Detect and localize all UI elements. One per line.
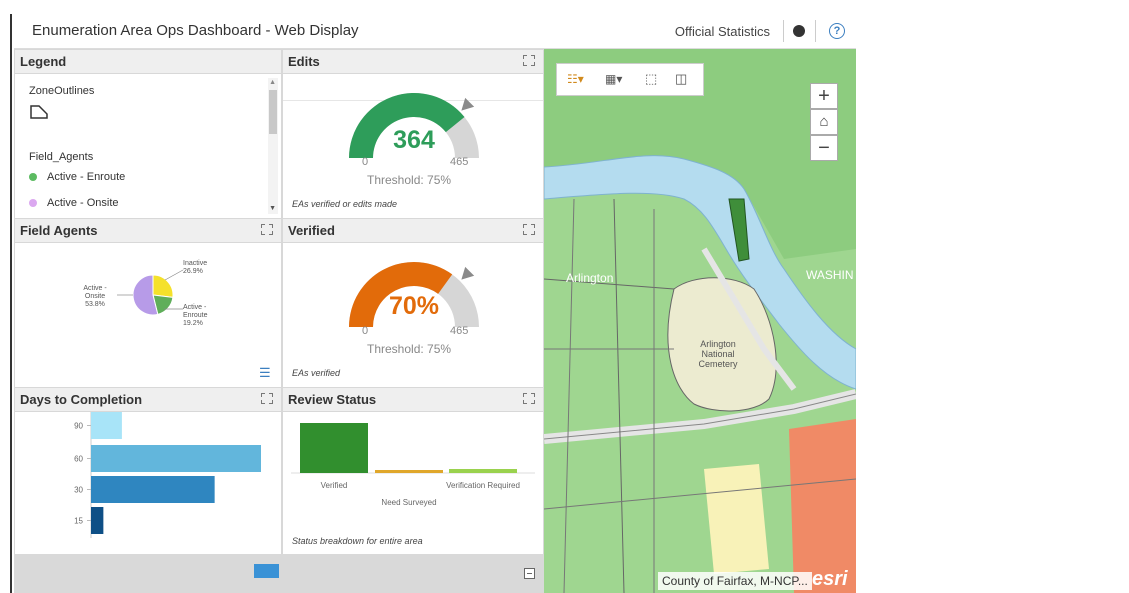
scroll-up-icon[interactable]: ▲: [269, 79, 276, 86]
edits-min: 0: [362, 156, 369, 168]
legend-panel-title: Legend: [15, 50, 281, 74]
edits-panel: Edits 364 0 465 Threshold: 75% EAs verif…: [282, 49, 544, 219]
x-tick-label: Need Surveyed: [381, 498, 436, 507]
map-view[interactable]: Arlington WASHIN Arlington National Ceme…: [544, 49, 856, 593]
collapse-icon[interactable]: [524, 568, 535, 579]
map-attribution: County of Fairfax, M-NCP...: [658, 572, 812, 590]
dashboard: Enumeration Area Ops Dashboard - Web Dis…: [14, 14, 856, 593]
legend-zone-title: ZoneOutlines: [29, 85, 95, 97]
legend-panel: Legend ZoneOutlines Field_Agents Active …: [14, 49, 282, 219]
maximize-icon[interactable]: [521, 222, 537, 237]
extent-tool-icon[interactable]: ◫: [675, 71, 687, 87]
review-title-text: Review Status: [288, 392, 377, 407]
scroll-down-icon[interactable]: ▼: [269, 205, 276, 212]
help-icon[interactable]: ?: [829, 23, 845, 39]
pie-label: Inactive 26.9%: [183, 260, 207, 275]
pie-slice-inactive[interactable]: [152, 274, 174, 298]
maximize-icon[interactable]: [259, 222, 275, 237]
map-label-arlington: Arlington: [566, 271, 614, 285]
basemap-gallery-icon[interactable]: ▦▾: [605, 72, 622, 86]
map-label-cemetery: Arlington National Cemetery: [698, 339, 738, 369]
edits-max: 465: [450, 156, 469, 168]
bottom-panel-bar: [14, 554, 544, 593]
pie-label: Active -Onsite 53.8%: [83, 285, 107, 308]
x-tick-label: Verified: [321, 481, 348, 490]
map-label-washington: WASHIN: [806, 268, 854, 282]
maximize-icon[interactable]: [521, 391, 537, 406]
field-agents-pie-chart: Inactive 26.9% Active -Enroute 19.2% Active …: [83, 260, 208, 327]
zoom-out-button[interactable]: −: [810, 135, 838, 161]
bar-review-need-surveyed[interactable]: [375, 470, 443, 473]
verified-caption: EAs verified: [292, 368, 341, 378]
verified-min: 0: [362, 325, 369, 337]
list-view-icon[interactable]: ☰: [259, 365, 271, 381]
bar-days-15[interactable]: [91, 507, 104, 534]
bar-review-verified[interactable]: [300, 423, 368, 473]
bar-days-60[interactable]: [91, 445, 261, 472]
days-panel-title: Days to Completion: [15, 388, 281, 412]
select-tool-icon[interactable]: ⬚: [645, 71, 657, 87]
y-tick-label: 90: [74, 422, 83, 431]
review-caption: Status breakdown for entire area: [292, 536, 423, 546]
verified-value: 70%: [388, 292, 440, 320]
panel-tab-indicator[interactable]: [254, 564, 279, 578]
y-tick-label: 15: [74, 517, 83, 526]
edits-threshold: Threshold: 75%: [367, 173, 452, 187]
verified-threshold: Threshold: 75%: [367, 342, 452, 356]
bar-review-verification-required[interactable]: [449, 469, 517, 473]
review-panel-title: Review Status: [283, 388, 543, 412]
field-agents-panel: Field Agents Inactive 26.9% Active -Enrout…: [14, 218, 282, 388]
verified-panel: Verified 70% 0 465 Threshold: 75% EAs ve…: [282, 218, 544, 388]
verified-max: 465: [450, 325, 469, 337]
edits-panel-title: Edits: [283, 50, 543, 74]
bar-days-30[interactable]: [91, 476, 215, 503]
legend-item: Active - Onsite: [29, 197, 119, 209]
review-bar-chart: Verified Need Surveyed Verification Requir…: [291, 423, 535, 507]
legend-dot-icon: [29, 173, 37, 182]
edits-title-text: Edits: [288, 54, 320, 69]
layer-list-icon[interactable]: ☷▾: [567, 72, 584, 86]
edits-gauge: [349, 93, 479, 158]
header-separator: [815, 20, 816, 42]
legend-dot-icon: [29, 199, 37, 208]
user-avatar-icon[interactable]: [793, 25, 805, 37]
page-left-border: [10, 14, 12, 593]
review-panel: Review Status Verified Need Surveyed Verif…: [282, 387, 544, 555]
pie-label: Active -Enroute 19.2%: [183, 304, 208, 327]
gauge-threshold-marker: [461, 266, 475, 280]
home-button[interactable]: ⌂: [810, 109, 838, 135]
edits-caption: EAs verified or edits made: [292, 199, 398, 209]
polygon-symbol-icon: [30, 105, 48, 119]
days-bar-chart: 90 60 30 15: [74, 412, 261, 538]
field-agents-panel-title: Field Agents: [15, 219, 281, 243]
gauge-threshold-marker: [461, 97, 475, 111]
dashboard-title: Enumeration Area Ops Dashboard - Web Dis…: [32, 22, 359, 39]
field-agents-title-text: Field Agents: [20, 223, 98, 238]
legend-item: Active - Enroute: [29, 171, 125, 183]
days-panel: Days to Completion 90 60 30 15: [14, 387, 282, 555]
header-bar: Enumeration Area Ops Dashboard - Web Dis…: [14, 14, 856, 49]
days-title-text: Days to Completion: [20, 392, 143, 407]
verified-panel-title: Verified: [283, 219, 543, 243]
legend-item-label: Active - Onsite: [47, 197, 119, 209]
maximize-icon[interactable]: [259, 391, 275, 406]
legend-agents-title: Field_Agents: [29, 151, 94, 163]
bar-days-90[interactable]: [91, 412, 122, 439]
y-tick-label: 30: [74, 486, 83, 495]
legend-scroll-thumb[interactable]: [269, 90, 277, 134]
x-tick-label: Verification Required: [446, 481, 520, 490]
org-link[interactable]: Official Statistics: [675, 24, 770, 39]
legend-item-label: Active - Enroute: [47, 171, 126, 183]
verified-title-text: Verified: [288, 223, 335, 238]
header-separator: [783, 20, 784, 42]
esri-logo: esri: [812, 568, 848, 590]
y-tick-label: 60: [74, 455, 83, 464]
edits-value: 364: [393, 126, 435, 154]
map-toolbar: ☷▾ ▦▾ ⬚ ◫: [556, 63, 704, 96]
maximize-icon[interactable]: [521, 53, 537, 68]
pie-leader-line: [164, 269, 184, 281]
zoom-in-button[interactable]: +: [810, 83, 838, 109]
